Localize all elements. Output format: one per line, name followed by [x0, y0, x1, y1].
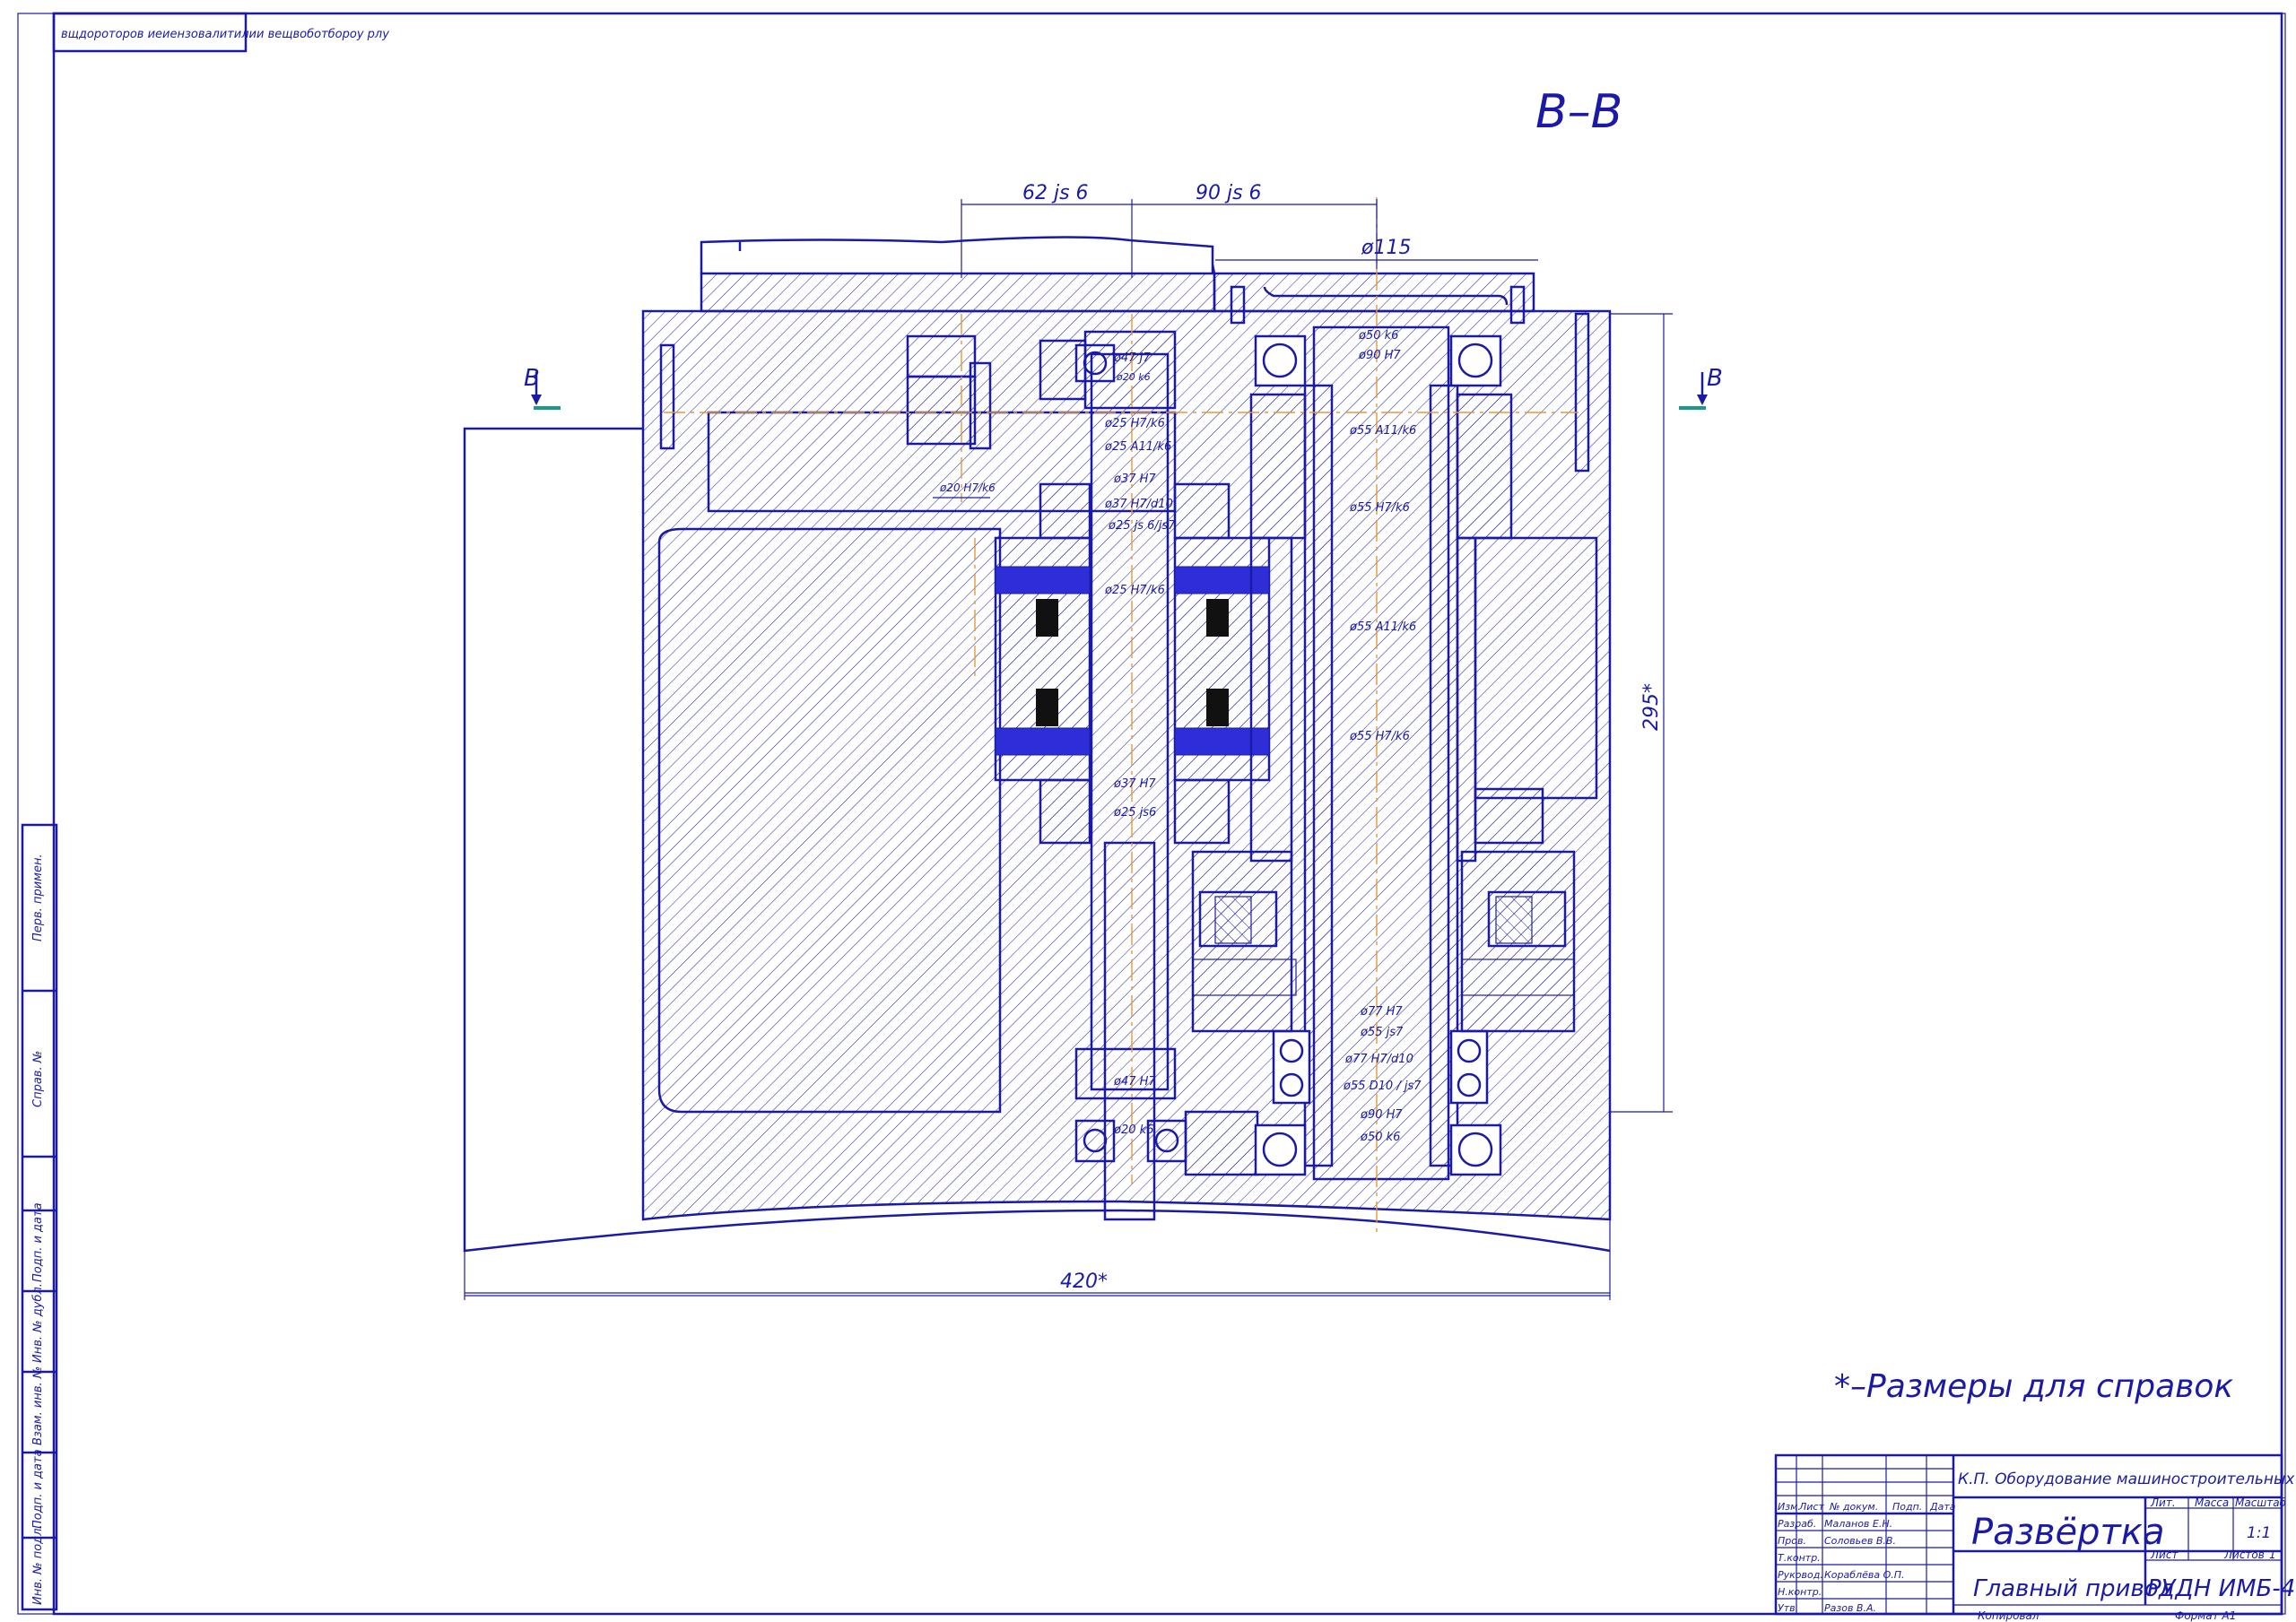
fit-left-9: ø25 js6 [1113, 806, 1156, 820]
tb-role-1: Пров. [1778, 1535, 1806, 1547]
fit-left-8: ø37 H7 [1113, 777, 1156, 791]
tb-scale-header: Масштаб [2235, 1496, 2287, 1509]
fit-left-6: ø25 js 6/js7 [1108, 519, 1176, 533]
left-side-stamp: Перв. примен. Справ. № Подп. и дата Инв.… [21, 823, 58, 1611]
tb-role-3: Руковод. [1778, 1569, 1823, 1581]
section-title: В–В [1535, 85, 1622, 139]
fit-main-4: ø55 A11/k6 [1349, 620, 1416, 634]
tb-name-1: Соловьев В.В. [1824, 1535, 1896, 1547]
tb-project: К.П. Оборудование машиностроительных про… [1958, 1470, 2296, 1488]
side-stamp-4: Взам. инв. № [31, 1366, 45, 1445]
tb-format: Формат А1 [2175, 1609, 2236, 1622]
tb-col-3: Подп. [1892, 1501, 1922, 1513]
side-stamp-0: Перв. примен. [31, 854, 45, 941]
dim-295: 295* [1640, 683, 1663, 731]
top-left-stamp-text: вщдороторов иеиензовалитилии вещвоботбор… [61, 28, 389, 41]
tb-scale-value: 1:1 [2247, 1524, 2271, 1542]
side-stamp-5: Подп. и дата [31, 1449, 45, 1529]
fit-left-0: ø47 J7 [1113, 351, 1151, 365]
tb-role-5: Утв. [1778, 1602, 1798, 1614]
fit-left-2: ø25 H7/k6 [1104, 417, 1165, 430]
fit-main-10: ø90 H7 [1360, 1108, 1403, 1122]
tb-name-0: Маланов Е.Н. [1824, 1518, 1892, 1530]
tb-col-0: Изм. [1778, 1501, 1801, 1513]
reference-note: *–Размеры для справок [1834, 1368, 2233, 1405]
top-left-stamp: вщдороторов иеиензовалитилии вещвоботбор… [52, 12, 389, 53]
fit-left-3: ø25 A11/k6 [1104, 440, 1171, 454]
tb-name-5: Разов В.А. [1824, 1602, 1876, 1614]
dim-62js6: 62 js 6 [1022, 182, 1089, 204]
fit-main-5: ø55 H7/k6 [1349, 730, 1410, 743]
title-block: Изм. Лист № докум. Подп. Дата Разраб. Пр… [1774, 1453, 2296, 1622]
tb-col-4: Дата [1929, 1501, 1956, 1513]
section-mark-right: В [1679, 365, 1723, 410]
tb-col-2: № докум. [1829, 1501, 1878, 1513]
side-stamp-2: Подп. и дата [31, 1202, 45, 1282]
fit-main-11: ø50 k6 [1360, 1131, 1400, 1144]
fit-left-4: ø37 H7 [1113, 473, 1156, 486]
tb-sheets-label: Листов [2223, 1548, 2265, 1561]
tb-sheet-label: Лист [2150, 1548, 2179, 1561]
tb-role-2: Т.контр. [1778, 1552, 1821, 1564]
fit-left-5: ø37 H7/d10 [1104, 498, 1173, 511]
dim-90js6: 90 js 6 [1196, 182, 1262, 204]
fit-main-7: ø55 js7 [1360, 1026, 1404, 1039]
fit-left-7: ø25 H7/k6 [1104, 584, 1165, 597]
fit-left-11: ø20 k6 [1113, 1123, 1153, 1137]
section-mark-left: В [524, 365, 561, 410]
side-stamp-3: Инв. № дубл. [31, 1283, 45, 1363]
fit-main-0: ø50 k6 [1358, 329, 1398, 343]
dim-left-pin: ø20 H7/k6 [939, 481, 996, 494]
tb-lit-header: Лит. [2150, 1496, 2176, 1509]
assembly-drawing: вщдороторов иеиензовалитилии вещвоботбор… [17, 12, 2296, 1622]
fit-main-2: ø55 A11/k6 [1349, 424, 1416, 438]
tb-assembly-name: Главный привод [1973, 1575, 2175, 1602]
tb-col-1: Лист [1798, 1501, 1824, 1513]
fit-main-1: ø90 H7 [1358, 349, 1401, 362]
fit-left-10: ø47 H7 [1113, 1075, 1156, 1089]
tb-org: РУДН ИМБ-401 [2147, 1575, 2296, 1602]
side-stamp-1: Справ. № [31, 1051, 45, 1107]
fit-main-6: ø77 H7 [1360, 1005, 1403, 1019]
tb-role-4: Н.контр. [1778, 1586, 1822, 1598]
section-mark-right-label: В [1707, 365, 1723, 392]
tb-role-0: Разраб. [1778, 1518, 1816, 1530]
tb-drawing-name: Развёртка [1971, 1512, 2164, 1553]
tb-name-3: Кораблёва О.П. [1824, 1569, 1905, 1581]
dim-420: 420* [1060, 1271, 1108, 1293]
tb-mass-header: Масса [2195, 1496, 2229, 1509]
tb-sheets-value: 1 [2269, 1548, 2276, 1561]
fit-main-3: ø55 H7/k6 [1349, 501, 1410, 515]
fit-main-9: ø55 D10 / js7 [1343, 1080, 1422, 1093]
fit-left-1: ø20 k6 [1116, 371, 1151, 383]
section-mark-left-label: В [524, 365, 540, 392]
side-stamp-6: Инв. № подл. [31, 1524, 45, 1605]
fit-main-8: ø77 H7/d10 [1344, 1053, 1413, 1066]
tb-copied: Копировал [1978, 1609, 2039, 1622]
dim-d115: ø115 [1361, 237, 1411, 259]
